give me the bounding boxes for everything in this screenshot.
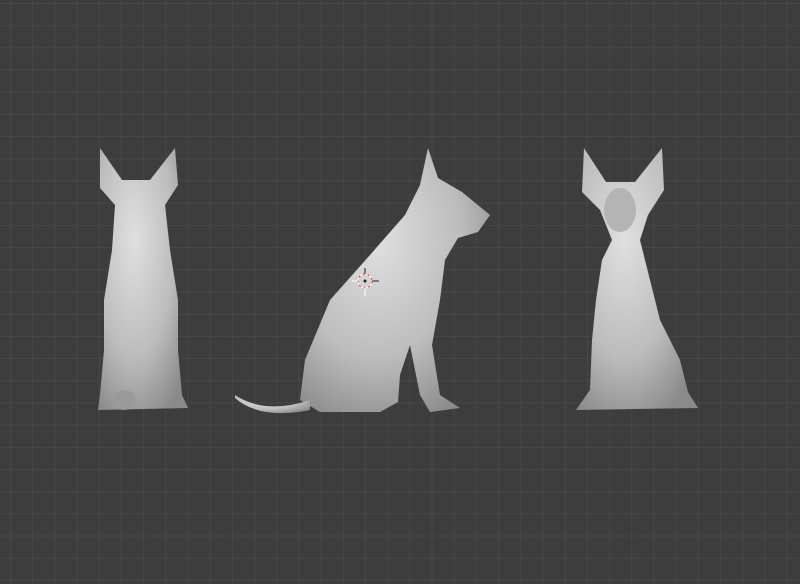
scene (98, 148, 698, 414)
dog-side-view[interactable] (235, 148, 490, 414)
dog-back-view[interactable] (98, 148, 188, 410)
dog-front-view[interactable] (576, 148, 698, 410)
3d-viewport[interactable] (0, 0, 800, 584)
